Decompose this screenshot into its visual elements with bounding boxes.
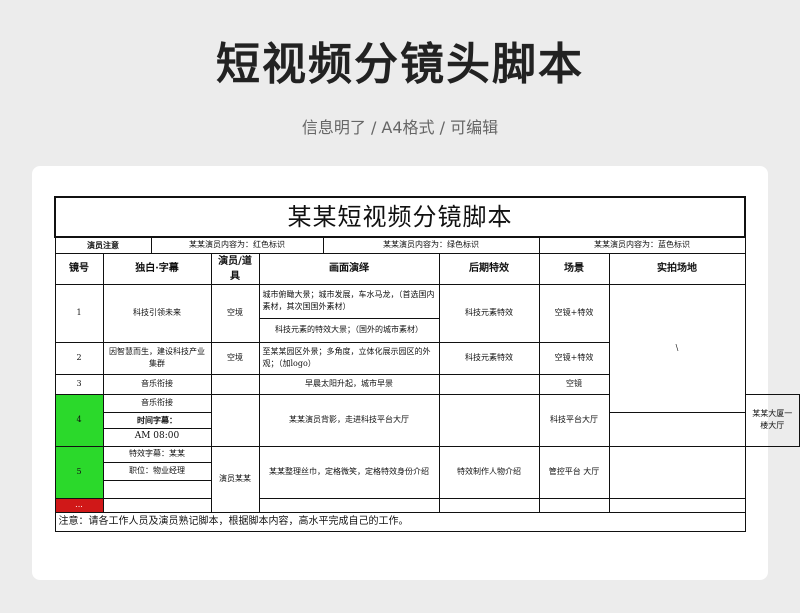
line-cell: 时间字幕： — [102, 411, 212, 429]
set-cell: 空镜+特效 — [538, 283, 610, 343]
col-header-line: 独白·字幕 — [102, 252, 212, 285]
shot-number-red: ... — [54, 497, 104, 513]
scene-cell: 某某演员背影，走进科技平台大厅 — [258, 393, 440, 447]
line-cell — [102, 497, 212, 513]
location-cell — [608, 445, 746, 499]
set-cell: 管控平台 大厅 — [538, 445, 610, 499]
page-subtitle: 信息明了 / A4格式 / 可编辑 — [301, 118, 499, 137]
col-header-actor: 演员/道具 — [210, 252, 260, 285]
note-blue: 某某演员内容为：蓝色标识 — [538, 236, 746, 254]
shot-number: 2 — [54, 341, 104, 375]
scene-cell: 早晨太阳升起，城市早景 — [258, 373, 440, 395]
effect-cell — [438, 497, 540, 513]
location-cell: 某某大厦一楼大厅 — [744, 393, 800, 447]
scene-cell: 至某某园区外景；多角度，立体化展示园区的外观；（加logo） — [258, 341, 440, 375]
col-header-effect: 后期特效 — [438, 252, 540, 285]
set-cell: 科技平台大厅 — [538, 393, 610, 447]
line-cell: 科技引领未来 — [102, 283, 212, 343]
note-green: 某某演员内容为：绿色标识 — [322, 236, 540, 254]
sheet-title: 某某短视频分镜脚本 — [54, 196, 746, 238]
col-header-scene: 画面演绎 — [258, 252, 440, 285]
page-title: 短视频分镜头脚本 — [216, 39, 584, 90]
note-red: 某某演员内容为：红色标识 — [150, 236, 324, 254]
effect-cell — [438, 393, 540, 447]
line-cell: 音乐衔接 — [102, 373, 212, 395]
location-cell — [608, 497, 746, 513]
actor-cell: 演员某某 — [210, 445, 260, 513]
actor-cell — [210, 393, 260, 447]
col-header-shot: 镜号 — [54, 252, 104, 285]
location-cell: \ — [608, 283, 746, 413]
effect-cell: 科技元素特效 — [438, 283, 540, 343]
col-header-location: 实拍场地 — [608, 252, 746, 285]
scene-cell: 城市俯瞰大景；城市发展，车水马龙，（首选国内素材，其次国国外素材） — [258, 283, 440, 319]
actor-cell — [210, 373, 260, 395]
set-cell: 空镜 — [538, 373, 610, 395]
actor-cell: 空境 — [210, 341, 260, 375]
scene-cell: 某某整理丝巾，定格微笑，定格特效身份介绍 — [258, 445, 440, 499]
shot-number-green: 5 — [54, 445, 104, 499]
set-cell: 空镜+特效 — [538, 341, 610, 375]
effect-cell: 特效制作人物介绍 — [438, 445, 540, 499]
line-cell — [102, 479, 212, 499]
line-cell: 因智慧而生，建设科技产业集群 — [102, 341, 212, 375]
line-cell: AM 08:00 — [102, 427, 212, 447]
scene-cell — [258, 497, 440, 513]
notes-label: 演员注意 — [54, 236, 152, 254]
storyboard-table: 某某短视频分镜脚本 演员注意 某某演员内容为：红色标识 某某演员内容为：绿色标识… — [54, 196, 800, 532]
shot-number-green: 4 — [54, 393, 104, 447]
line-cell: 职位：物业经理 — [102, 461, 212, 481]
line-cell: 特效字幕：某某 — [102, 445, 212, 463]
col-header-set: 场景 — [538, 252, 610, 285]
effect-cell: 科技元素特效 — [438, 341, 540, 375]
scene-cell: 科技元素的特效大景；（国外的城市素材） — [258, 317, 440, 343]
footer-note: 注意：请各工作人员及演员熟记脚本，根据脚本内容，高水平完成自己的工作。 — [54, 511, 746, 532]
actor-cell: 空境 — [210, 283, 260, 343]
line-cell: 音乐衔接 — [102, 393, 212, 413]
shot-number: 3 — [54, 373, 104, 395]
effect-cell — [438, 373, 540, 395]
shot-number: 1 — [54, 283, 104, 343]
set-cell — [538, 497, 610, 513]
